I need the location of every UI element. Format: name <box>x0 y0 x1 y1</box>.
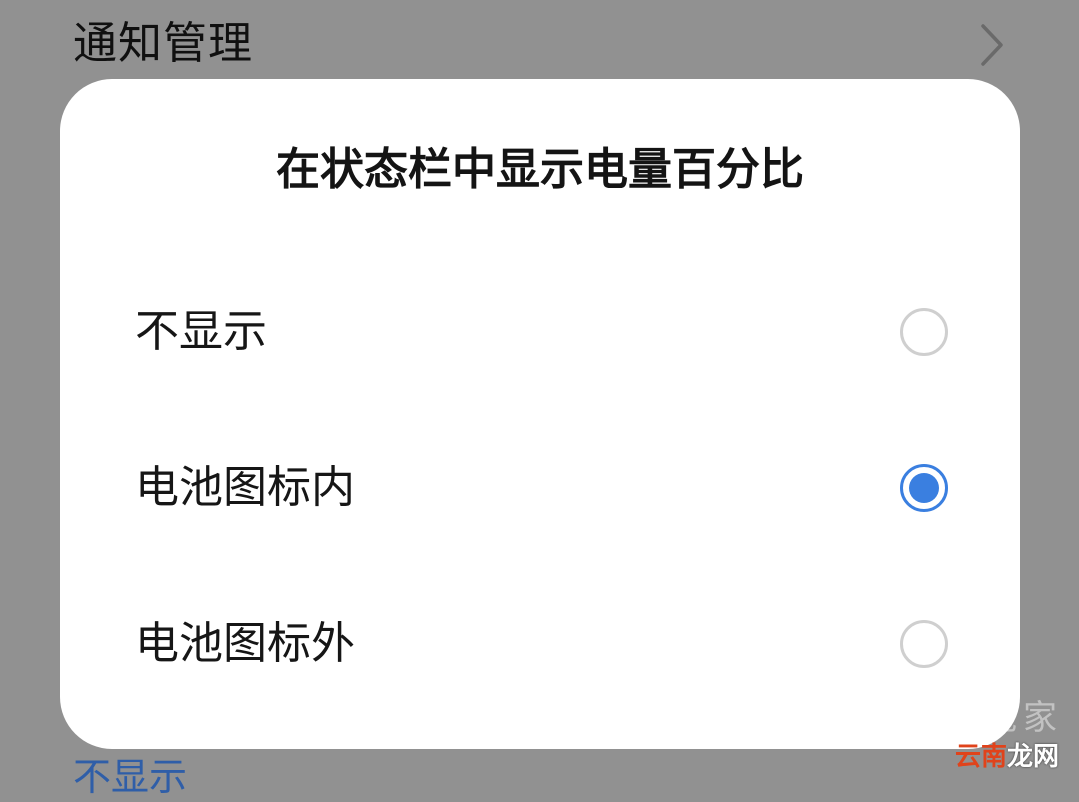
radio-button[interactable] <box>900 308 948 356</box>
dialog-title: 在状态栏中显示电量百分比 <box>276 144 804 195</box>
watermark-logo: 云南龙网 <box>955 740 1059 774</box>
chevron-right-icon <box>981 24 1003 66</box>
radio-button-selected[interactable] <box>900 464 948 512</box>
notification-management-label: 通知管理 <box>73 18 253 69</box>
option-label: 电池图标内 <box>135 462 355 513</box>
option-label: 不显示 <box>135 306 267 357</box>
watermark: 智能家 云南龙网 <box>919 698 1069 778</box>
option-label: 电池图标外 <box>135 618 355 669</box>
watermark-top-text: 智能家 <box>943 698 1063 738</box>
option-inside-battery-icon[interactable]: 电池图标内 <box>60 438 1020 538</box>
current-value-text: 不显示 <box>73 755 188 799</box>
watermark-logo-part1: 云南 <box>954 742 1007 772</box>
option-hide[interactable]: 不显示 <box>60 282 1020 382</box>
battery-percentage-dialog: 在状态栏中显示电量百分比 不显示 电池图标内 电池图标外 <box>60 79 1020 749</box>
radio-button[interactable] <box>900 620 948 668</box>
option-outside-battery-icon[interactable]: 电池图标外 <box>60 594 1020 694</box>
watermark-logo-part2: 龙网 <box>1006 742 1059 772</box>
